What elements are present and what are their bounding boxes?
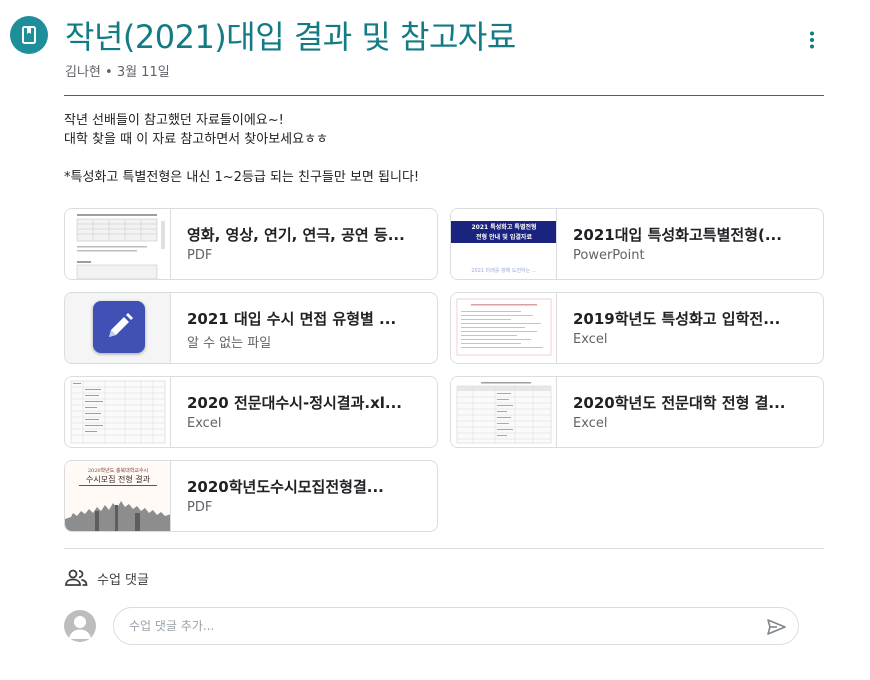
attachment-card[interactable]: 2020학년도 충북대학교수시 수시모집 전형 결과 2020학년도수시모집전형… — [64, 460, 438, 532]
attachment-card[interactable]: 2021 대입 수시 면접 유형별 ... 알 수 없는 파일 — [64, 292, 438, 364]
spreadsheet-thumbnail — [451, 377, 557, 447]
slide-footer-text: 2021 미래를 향해 도전하는 ... — [471, 268, 537, 274]
attachment-type: PowerPoint — [573, 248, 645, 263]
attachment-type: 알 수 없는 파일 — [187, 336, 272, 351]
post-body: 작년 선배들이 참고했던 자료들이에요~! 대학 찾을 때 이 자료 참고하면서… — [64, 111, 824, 187]
more-options-button[interactable] — [792, 20, 832, 60]
header-divider — [64, 95, 824, 96]
class-comments-header[interactable]: 수업 댓글 — [64, 566, 149, 590]
post-header: 작년(2021)대입 결과 및 참고자료 김나현 • 3월 11일 — [10, 8, 830, 96]
slide-title-line2: 전형 안내 및 입결자료 — [476, 234, 532, 241]
attachment-card[interactable]: 2020학년도 전문대학 전형 결... Excel — [450, 376, 824, 448]
attachment-type: PDF — [187, 248, 213, 263]
comment-input[interactable] — [129, 616, 729, 636]
pencil-app-icon — [65, 293, 171, 363]
more-vert-icon — [810, 31, 814, 49]
attachment-type: PDF — [187, 500, 213, 515]
post-body-blank-line — [64, 149, 824, 168]
comment-box — [113, 607, 799, 645]
attachment-type: Excel — [573, 416, 608, 431]
post-body-line: *특성화고 특별전형은 내신 1~2등급 되는 친구들만 보면 됩니다! — [64, 170, 420, 185]
attachment-type: Excel — [187, 416, 222, 431]
attachment-title: 영화, 영상, 연기, 연극, 공연 등... — [187, 226, 405, 244]
comments-divider — [64, 548, 824, 549]
attachment-card[interactable]: 영화, 영상, 연기, 연극, 공연 등... PDF — [64, 208, 438, 280]
send-icon — [767, 619, 786, 635]
attachment-card[interactable]: 2019학년도 특성화고 입학전... Excel — [450, 292, 824, 364]
post-body-line: 대학 찾을 때 이 자료 참고하면서 찾아보세요ㅎㅎ — [64, 132, 328, 147]
attachment-title: 2019학년도 특성화고 입학전... — [573, 310, 781, 328]
attachment-title: 2021대입 특성화고특별전형(... — [573, 226, 782, 244]
avatar-icon — [69, 616, 91, 639]
post-meta: 김나현 • 3월 11일 — [65, 65, 170, 80]
material-bookmark-icon — [10, 16, 48, 54]
avatar — [64, 610, 96, 642]
spreadsheet-thumbnail — [451, 293, 557, 363]
class-comments-label: 수업 댓글 — [97, 572, 149, 588]
pencil-icon — [109, 313, 133, 337]
post-body-line: 작년 선배들이 참고했던 자료들이에요~! — [64, 113, 284, 128]
attachment-title: 2021 대입 수시 면접 유형별 ... — [187, 310, 397, 328]
send-button[interactable] — [765, 616, 787, 638]
slide-title-line1: 2021 특성화고 특별전형 — [471, 224, 537, 231]
people-icon — [65, 569, 88, 586]
attachment-card[interactable]: 2021 특성화고 특별전형 전형 안내 및 입결자료 2021 미래를 향해 … — [450, 208, 824, 280]
cover-thumbnail: 2020학년도 충북대학교수시 수시모집 전형 결과 — [65, 461, 171, 531]
attachment-type: Excel — [573, 332, 608, 347]
page-title: 작년(2021)대입 결과 및 참고자료 — [65, 18, 516, 56]
spreadsheet-thumbnail — [65, 377, 171, 447]
attachment-card[interactable]: 2020 전문대수시-정시결과.xl... Excel — [64, 376, 438, 448]
attachment-title: 2020 전문대수시-정시결과.xl... — [187, 394, 403, 412]
attachment-title: 2020학년도수시모집전형결... — [187, 478, 384, 496]
attachment-title: 2020학년도 전문대학 전형 결... — [573, 394, 786, 412]
document-thumbnail — [65, 209, 171, 279]
slide-thumbnail: 2021 특성화고 특별전형 전형 안내 및 입결자료 2021 미래를 향해 … — [451, 209, 557, 279]
